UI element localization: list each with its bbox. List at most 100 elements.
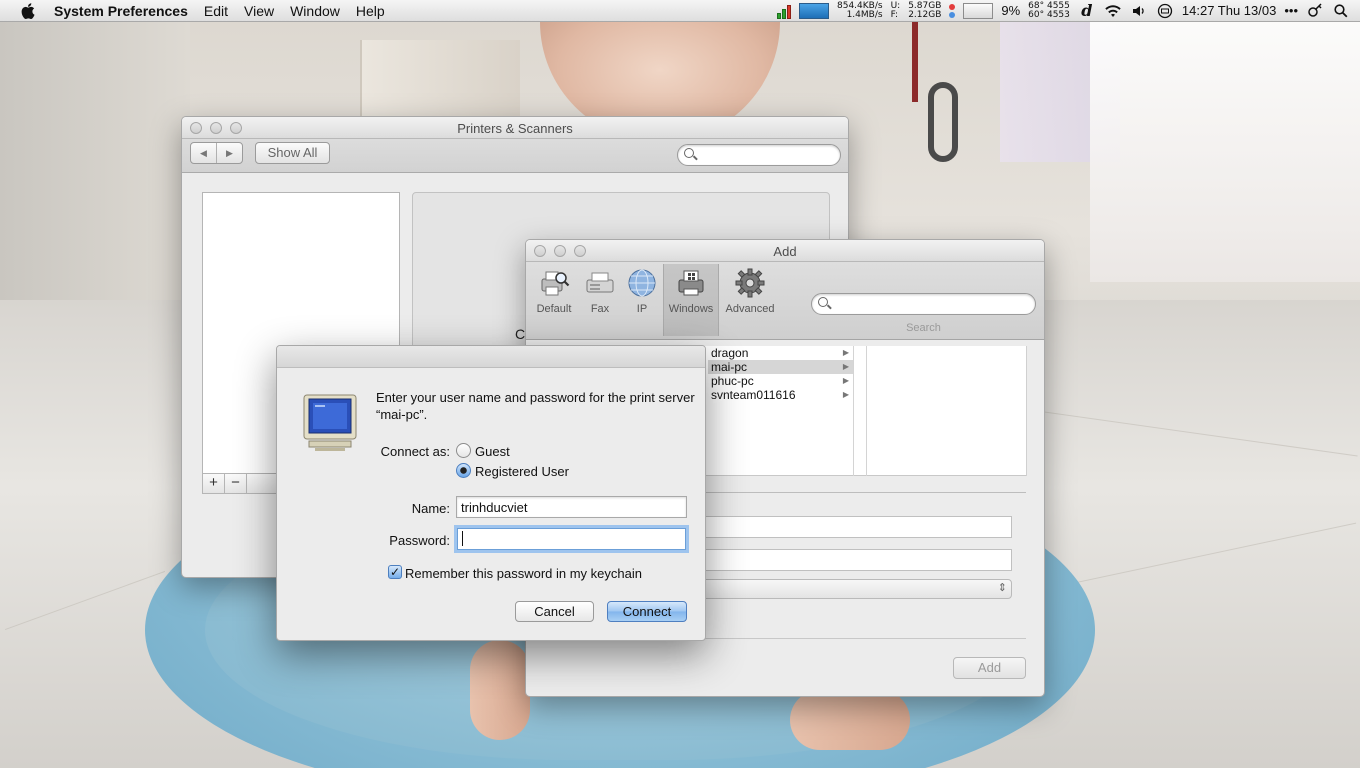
cpu-gauge-icon[interactable] bbox=[963, 2, 994, 19]
toolbar-fax-button[interactable]: Fax bbox=[582, 264, 618, 336]
registered-user-radio[interactable] bbox=[456, 463, 471, 478]
disclosure-arrow-icon: ▶ bbox=[842, 390, 849, 399]
server-name: mai-pc bbox=[711, 360, 748, 374]
wallpaper-stroller bbox=[900, 22, 980, 162]
menu-clock[interactable]: 14:27 Thu 13/03 bbox=[1182, 3, 1276, 18]
cancel-button[interactable]: Cancel bbox=[515, 601, 594, 622]
disclosure-arrow-icon: ▶ bbox=[842, 376, 849, 385]
toolbar-advanced-label: Advanced bbox=[725, 303, 775, 315]
search-icon bbox=[684, 148, 694, 158]
menu-edit[interactable]: Edit bbox=[196, 3, 236, 19]
menu-window[interactable]: Window bbox=[282, 3, 348, 19]
search-caption: Search bbox=[906, 322, 941, 334]
wifi-icon[interactable] bbox=[1104, 3, 1122, 19]
toolbar-windows-label: Windows bbox=[668, 303, 714, 315]
authentication-dialog: Enter your user name and password for th… bbox=[276, 345, 706, 641]
server-name: phuc-pc bbox=[711, 374, 754, 388]
more-status-icon[interactable]: ••• bbox=[1284, 3, 1298, 18]
disk-usage[interactable]: 5.87GB 2.12GB bbox=[908, 1, 942, 20]
add-titlebar[interactable]: Add bbox=[526, 240, 1044, 262]
sheet-header bbox=[277, 346, 705, 368]
registered-user-radio-label[interactable]: Registered User bbox=[475, 464, 569, 479]
disk-labels: U: F: bbox=[890, 1, 901, 20]
fax-icon bbox=[583, 266, 617, 300]
name-label: Name: bbox=[411, 501, 450, 516]
disk-free-value: 2.12GB bbox=[908, 9, 942, 20]
gear-icon bbox=[733, 266, 767, 300]
guest-radio-label[interactable]: Guest bbox=[475, 444, 510, 459]
add-button[interactable]: Add bbox=[953, 657, 1026, 679]
window-title: Printers & Scanners bbox=[457, 121, 573, 136]
browser-scrollbar[interactable] bbox=[1026, 346, 1044, 476]
toolbar-default-label: Default bbox=[536, 303, 572, 315]
guest-radio[interactable] bbox=[456, 443, 471, 458]
printer-location-field[interactable] bbox=[696, 549, 1012, 571]
menu-app-name[interactable]: System Preferences bbox=[52, 3, 196, 19]
temperature-2: 60° 4553 bbox=[1028, 9, 1070, 20]
auth-message: Enter your user name and password for th… bbox=[376, 390, 695, 422]
preferences-search-input[interactable] bbox=[677, 144, 841, 166]
printer-search-icon bbox=[537, 266, 571, 300]
memory-dots-icon[interactable] bbox=[949, 3, 956, 18]
back-forward-control: ◀ ▶ bbox=[190, 142, 243, 164]
printers-titlebar[interactable]: Printers & Scanners bbox=[182, 117, 848, 139]
network-down-speed: 1.4MB/s bbox=[846, 9, 883, 20]
name-input[interactable] bbox=[456, 496, 687, 518]
wallpaper-baby-foot bbox=[790, 690, 910, 750]
toolbar-ip-label: IP bbox=[636, 303, 648, 315]
network-speed[interactable]: 854.4KB/s 1.4MB/s bbox=[837, 1, 883, 20]
windows-printer-icon bbox=[674, 266, 708, 300]
remember-password-checkbox[interactable]: ✓ bbox=[388, 565, 402, 579]
back-arrow-icon[interactable]: ◀ bbox=[191, 143, 217, 163]
printer-use-popup[interactable] bbox=[696, 579, 1012, 599]
menu-help[interactable]: Help bbox=[348, 3, 393, 19]
add-toolbar: Default Fax IP Windows Advanced Search bbox=[526, 262, 1044, 340]
search-icon bbox=[818, 297, 828, 307]
printer-column[interactable] bbox=[866, 346, 1026, 476]
connect-as-label: Connect as: bbox=[380, 444, 450, 459]
toolbar-default-button[interactable]: Default bbox=[530, 264, 578, 336]
dictionary-d-icon[interactable]: d bbox=[1078, 1, 1096, 20]
globe-icon bbox=[625, 266, 659, 300]
wallpaper-baby-foot bbox=[470, 640, 530, 740]
server-list: dragon ▶ mai-pc ▶ phuc-pc ▶ svnteam01161… bbox=[708, 346, 854, 476]
toolbar-ip-button[interactable]: IP bbox=[624, 264, 660, 336]
temperature-readout[interactable]: 68° 4555 60° 4553 bbox=[1028, 1, 1070, 20]
spotlight-search-icon[interactable] bbox=[1332, 3, 1350, 19]
menu-bar: System Preferences Edit View Window Help… bbox=[0, 0, 1360, 22]
network-graph-icon[interactable] bbox=[799, 2, 829, 19]
toolbar-advanced-button[interactable]: Advanced bbox=[722, 264, 778, 336]
volume-icon[interactable] bbox=[1130, 3, 1148, 19]
keyboard-input-icon[interactable] bbox=[1156, 3, 1174, 19]
remove-printer-button[interactable]: − bbox=[225, 474, 247, 493]
vpn-icon[interactable] bbox=[1306, 2, 1324, 19]
disclosure-arrow-icon: ▶ bbox=[842, 362, 849, 371]
add-printer-button[interactable]: + bbox=[203, 474, 225, 493]
apple-menu-icon[interactable] bbox=[18, 2, 38, 19]
disk-free-label: F: bbox=[890, 9, 899, 20]
password-label: Password: bbox=[389, 533, 450, 548]
status-area: 854.4KB/s 1.4MB/s U: F: 5.87GB 2.12GB 9%… bbox=[777, 0, 1360, 22]
disclosure-arrow-icon: ▶ bbox=[842, 348, 849, 357]
printers-toolbar: ◀ ▶ Show All bbox=[182, 139, 848, 173]
battery-meter-icon[interactable] bbox=[777, 3, 791, 19]
printer-name-field[interactable] bbox=[696, 516, 1012, 538]
wallpaper-window bbox=[1090, 22, 1360, 282]
server-name: dragon bbox=[711, 346, 749, 360]
server-name: svnteam011616 bbox=[711, 388, 796, 402]
show-all-button[interactable]: Show All bbox=[255, 142, 330, 164]
list-item-server[interactable]: phuc-pc ▶ bbox=[708, 374, 853, 388]
remember-password-label[interactable]: Remember this password in my keychain bbox=[405, 566, 642, 581]
toolbar-fax-label: Fax bbox=[590, 303, 610, 315]
list-item-server-selected[interactable]: mai-pc ▶ bbox=[708, 360, 853, 374]
list-item-server[interactable]: dragon ▶ bbox=[708, 346, 853, 360]
connect-button[interactable]: Connect bbox=[607, 601, 687, 622]
printer-search-input[interactable] bbox=[811, 293, 1036, 315]
menu-view[interactable]: View bbox=[236, 3, 282, 19]
window-title: Add bbox=[773, 244, 797, 259]
cpu-percent[interactable]: 9% bbox=[1001, 3, 1020, 18]
forward-arrow-icon[interactable]: ▶ bbox=[217, 143, 242, 163]
toolbar-windows-button[interactable]: Windows bbox=[663, 264, 719, 336]
password-input[interactable] bbox=[457, 528, 686, 550]
list-item-server[interactable]: svnteam011616 ▶ bbox=[708, 388, 853, 402]
